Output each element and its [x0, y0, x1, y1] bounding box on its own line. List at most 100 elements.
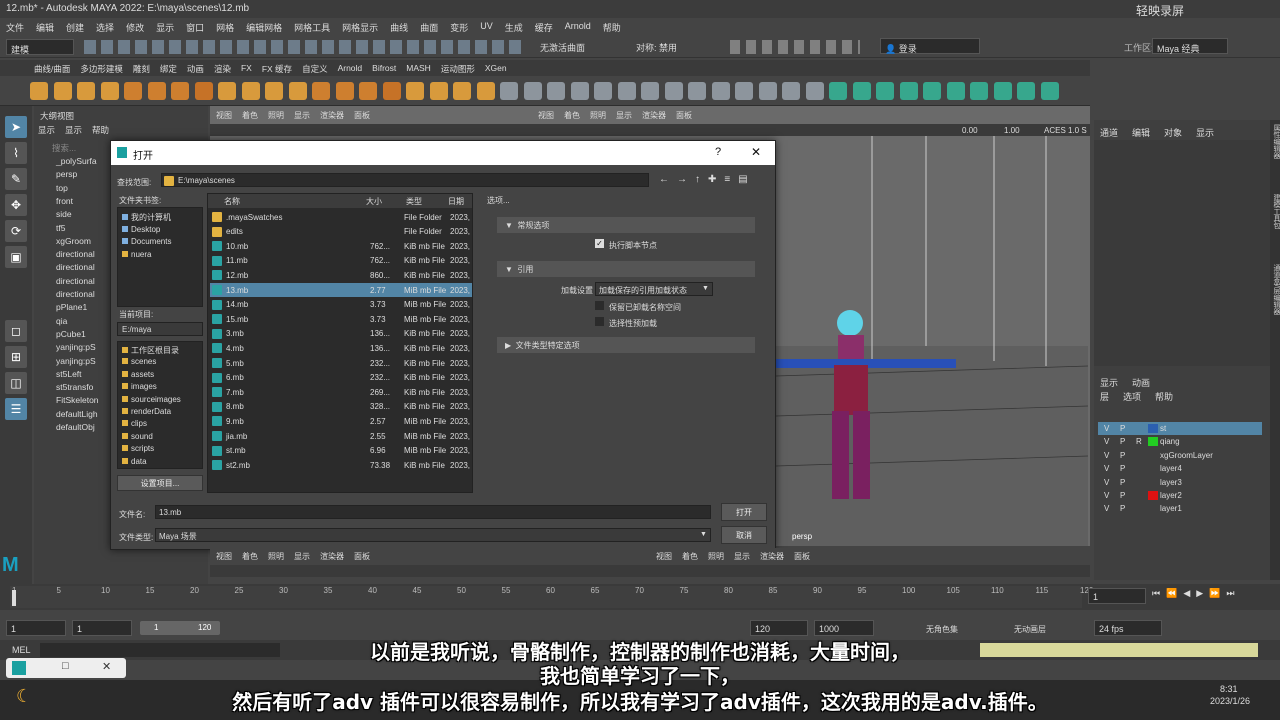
shelf-tool-icon[interactable]	[194, 82, 213, 100]
shelf-tool-icon[interactable]	[53, 82, 72, 100]
open-button[interactable]: 打开	[721, 503, 767, 521]
shelf-tool-icon[interactable]	[617, 82, 636, 100]
shelf-tool-icon[interactable]	[852, 82, 871, 100]
login-dropdown[interactable]: 👤 登录	[880, 38, 980, 54]
shelf-tool-icon[interactable]	[312, 82, 330, 100]
project-folder-item[interactable]: clips	[122, 419, 147, 428]
menu-item[interactable]: 修改	[126, 21, 144, 33]
shelf-tool-icon[interactable]	[688, 82, 706, 100]
project-folder-item[interactable]: sourceimages	[122, 395, 181, 404]
layer-editor-tab[interactable]: 显示	[1100, 376, 1118, 389]
filename-input[interactable]: 13.mb	[155, 505, 711, 519]
viewport-menu-item[interactable]: 着色	[242, 110, 258, 122]
project-folder-item[interactable]: sound	[122, 432, 153, 441]
layer-playback[interactable]: P	[1120, 478, 1125, 487]
shelf-tool-icon[interactable]	[1040, 82, 1059, 100]
project-folder-item[interactable]: 工作区根目录	[122, 345, 179, 356]
layer-color-swatch[interactable]	[1148, 451, 1158, 460]
section-filetype[interactable]: ▶ 文件类型特定选项	[497, 337, 755, 353]
keep-namespace-checkbox[interactable]	[595, 301, 604, 310]
inner-start-frame[interactable]: 1	[72, 620, 132, 636]
shelf-tool-icon[interactable]	[124, 82, 142, 100]
layer-row[interactable]: V P Rqiang	[1098, 435, 1262, 448]
outliner-item[interactable]: top	[56, 183, 68, 193]
color-space[interactable]: ACES 1.0 S	[1044, 126, 1087, 135]
play-icon[interactable]: ▶	[1196, 588, 1209, 598]
layer-visibility[interactable]: V	[1104, 504, 1109, 513]
shelf-tab[interactable]: 多边形建模	[80, 63, 123, 74]
file-row[interactable]: 7.mb 269... KiB mb File 2023,	[210, 385, 472, 399]
file-row[interactable]: 9.mb 2.57 MiB mb File 2023,	[210, 414, 472, 428]
menu-item[interactable]: 窗口	[186, 21, 204, 33]
shelf-tab[interactable]: 运动图形	[441, 63, 475, 74]
menu-item[interactable]: 选择	[96, 21, 114, 33]
viewport-menu-item[interactable]: 视图	[656, 551, 672, 563]
anim-end-frame[interactable]: 1000	[814, 620, 874, 636]
layer-playback[interactable]: P	[1120, 437, 1125, 446]
shelf-tab[interactable]: 自定义	[302, 63, 328, 74]
viewport-menu-item[interactable]: 面板	[676, 110, 692, 122]
shelf-tool-icon[interactable]	[77, 82, 95, 100]
back-icon[interactable]: ←	[659, 174, 677, 185]
menu-item[interactable]: 编辑	[36, 21, 54, 33]
menu-item[interactable]: 帮助	[603, 21, 621, 33]
detail-view-icon[interactable]: ▤	[738, 174, 755, 185]
file-row[interactable]: 15.mb 3.73 MiB mb File 2023,	[210, 312, 472, 326]
layer-playback[interactable]: P	[1120, 504, 1125, 513]
shelf-tool-icon[interactable]	[570, 82, 589, 100]
shelf-tool-icon[interactable]	[782, 82, 800, 100]
menu-item[interactable]: 网格显示	[342, 21, 378, 33]
shelf-tool-icon[interactable]	[876, 82, 894, 100]
help-button[interactable]: ?	[715, 146, 721, 158]
file-row[interactable]: jia.mb 2.55 MiB mb File 2023,	[210, 429, 472, 443]
shelf-tab[interactable]: XGen	[485, 63, 507, 73]
shelf-tab[interactable]: 渲染	[214, 63, 231, 74]
layer-playback[interactable]: P	[1120, 491, 1125, 500]
go-end-icon[interactable]: ⏭	[1226, 588, 1240, 598]
new-folder-icon[interactable]: ✚	[708, 174, 724, 185]
move-tool-icon[interactable]: ✥	[5, 194, 27, 216]
shelf-tool-icon[interactable]	[476, 82, 495, 100]
layer-row[interactable]: V Pst	[1098, 422, 1262, 435]
shelf-tab[interactable]: 曲线/曲面	[34, 63, 70, 74]
outliner-item[interactable]: directional	[56, 289, 95, 299]
project-combo[interactable]: E:/maya	[117, 322, 203, 336]
end-frame[interactable]: 120	[750, 620, 808, 636]
viewport-menu-item[interactable]: 视图	[216, 110, 232, 122]
viewport-menu-item[interactable]: 显示	[294, 110, 310, 122]
rotate-tool-icon[interactable]: ⟳	[5, 220, 27, 242]
shelf-tab[interactable]: Arnold	[338, 63, 363, 73]
viewport-menu-item[interactable]: 照明	[268, 551, 284, 563]
layout-single-icon[interactable]: ◻	[5, 320, 27, 342]
menu-item[interactable]: 曲面	[420, 21, 438, 33]
file-row[interactable]: 3.mb 136... KiB mb File 2023,	[210, 327, 472, 341]
section-general[interactable]: ▼ 常规选项	[497, 217, 755, 233]
bookmark-item[interactable]: 我的计算机	[122, 212, 171, 223]
layer-menu-item[interactable]: 帮助	[1155, 390, 1173, 403]
outliner-item[interactable]: yanjing:pS	[56, 356, 96, 366]
start-frame[interactable]: 1	[6, 620, 66, 636]
shelf-tab[interactable]: FX 缓存	[262, 63, 292, 74]
viewport-toolbar[interactable]	[210, 124, 1090, 136]
channel-box-tab[interactable]: 显示	[1196, 126, 1214, 139]
outliner-item[interactable]: directional	[56, 249, 95, 259]
shelf-tab[interactable]: MASH	[406, 63, 431, 73]
shelf-tool-icon[interactable]	[664, 82, 683, 100]
layer-menu-item[interactable]: 选项	[1123, 390, 1141, 403]
file-row[interactable]: 5.mb 232... KiB mb File 2023,	[210, 356, 472, 370]
viewport-menu-item[interactable]: 面板	[794, 551, 810, 563]
outliner-item[interactable]: yanjing:pS	[56, 342, 96, 352]
shelf-tool-icon[interactable]	[1017, 82, 1035, 100]
viewport-menu-item[interactable]: 视图	[538, 110, 554, 122]
play-back-icon[interactable]: ◀	[1183, 588, 1196, 598]
project-folder-item[interactable]: assets	[122, 370, 154, 379]
outliner-item[interactable]: qia	[56, 316, 67, 326]
nav-buttons[interactable]: ←→↑✚≡▤	[659, 174, 769, 186]
file-column-header[interactable]: 大小	[366, 196, 382, 207]
shelf-tool-icon[interactable]	[970, 82, 988, 100]
menu-item[interactable]: 网格工具	[294, 21, 330, 33]
layer-reference[interactable]: R	[1136, 437, 1142, 446]
layer-color-swatch[interactable]	[1148, 478, 1158, 487]
cancel-button[interactable]: 取消	[721, 526, 767, 544]
gamma-value[interactable]: 1.00	[1004, 126, 1020, 135]
